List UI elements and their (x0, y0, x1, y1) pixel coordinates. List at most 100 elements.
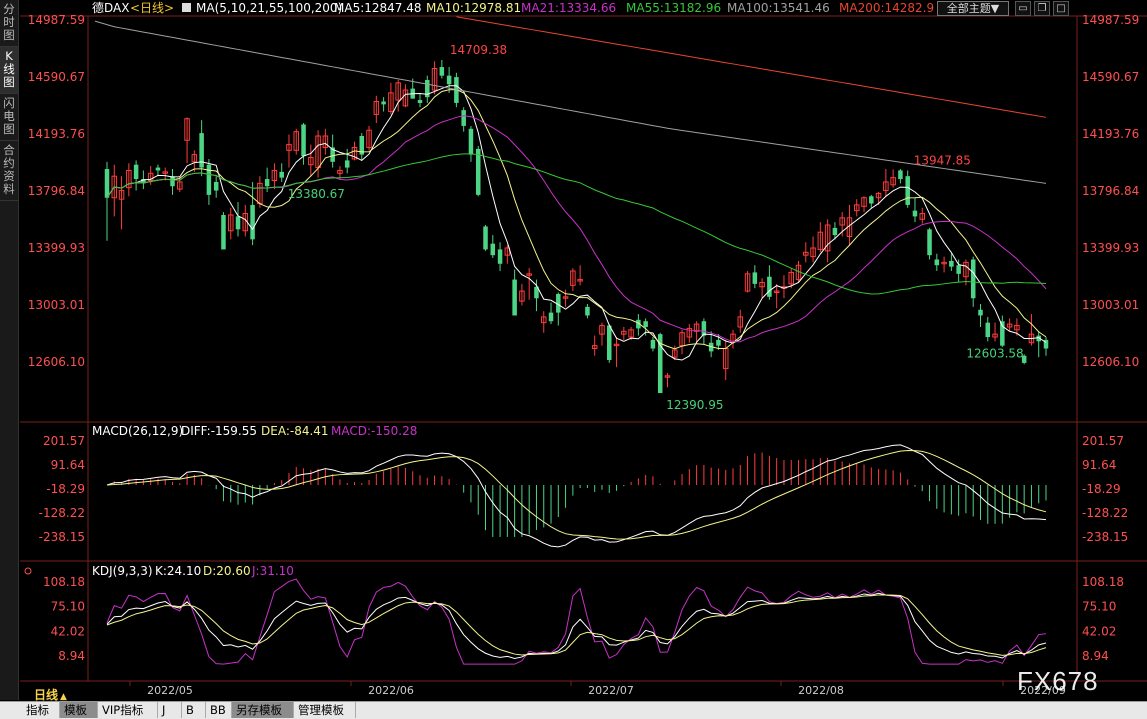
kline-chart[interactable]: 德DAX <日线> MA(5,10,21,55,100,200)MA5:12847.… (0, 0, 1147, 700)
date-label: 2022/08 (798, 684, 844, 697)
date-label: 2022/07 (588, 684, 634, 697)
candle-body (606, 325, 612, 361)
j-line (106, 578, 1047, 665)
candle-body (869, 196, 874, 204)
candle-body (832, 227, 838, 236)
diff-line (106, 444, 1047, 548)
candle-body (949, 260, 954, 267)
candle-body (235, 216, 241, 230)
ma200-line (456, 16, 1047, 118)
toolbar-bb[interactable]: BB (206, 702, 232, 718)
toolbar-manage-template[interactable]: 管理模板 (294, 702, 356, 718)
candle-body (934, 259, 940, 266)
maximize-icon[interactable]: □ (1053, 1, 1069, 16)
kdj-j: J:31.10 (251, 564, 294, 578)
candle-body (643, 321, 648, 327)
period-tag: <日线> (130, 1, 174, 15)
candle-body (461, 110, 466, 126)
price-tick-left: 13399.93 (28, 241, 85, 255)
macd-tick-left: -238.15 (39, 530, 85, 544)
candle-body (417, 100, 423, 103)
candle-body (133, 164, 139, 180)
candle-body (475, 148, 481, 195)
toolbar-j[interactable]: J (158, 702, 182, 718)
macd-dea: DEA:-84.41 (261, 424, 329, 438)
candle-body (483, 226, 488, 250)
minimize-icon[interactable]: ▭ (1015, 1, 1031, 16)
price-annotation: 13947.85 (914, 153, 971, 167)
date-label: 2022/05 (147, 684, 193, 697)
toolbar-indicator[interactable]: 指标 (22, 702, 60, 718)
candle-body (446, 75, 452, 85)
price-tick-left: 14987.59 (28, 13, 85, 27)
candle-body (985, 322, 991, 338)
legend-ma200: MA200:14282.9 (839, 1, 934, 15)
symbol-label: 德DAX (92, 0, 129, 15)
legend-ma55: MA55:13182.96 (626, 1, 721, 15)
macd-diff: DIFF:-159.55 (181, 424, 257, 438)
macd-value: MACD:-150.28 (331, 424, 417, 438)
watermark: FX678 (1017, 666, 1099, 696)
kdj-tick-right: 108.18 (1082, 575, 1124, 589)
price-annotation: 14709.38 (450, 43, 507, 57)
legend-ma21: MA21:13334.66 (521, 1, 616, 15)
bottom-toolbar: 指标 模板 VIP指标 J B BB 另存模板 管理模板 (0, 701, 1147, 719)
candle-body (752, 272, 758, 284)
restore-icon[interactable]: ❐ (1034, 1, 1050, 16)
candle-body (512, 279, 517, 316)
kdj-title: KDJ(9,3,3) (92, 564, 153, 578)
candle-body (301, 124, 306, 157)
macd-tick-left: 201.57 (43, 434, 85, 448)
ma5-line (106, 85, 1047, 361)
candle-body (701, 321, 707, 336)
candle-body (344, 160, 350, 168)
legend-ma10: MA10:12978.81 (426, 1, 521, 15)
candle-body (221, 214, 226, 250)
candle-body (439, 67, 445, 76)
candle-body (490, 243, 496, 256)
toolbar-vip-indicator[interactable]: VIP指标 (98, 702, 158, 718)
date-label: 2022/06 (368, 684, 414, 697)
settings-icon (182, 3, 191, 12)
candle-body (905, 176, 910, 205)
candle-body (279, 171, 284, 178)
kdj-tick-left: 75.10 (51, 600, 85, 614)
candle-body (497, 249, 503, 264)
kdj-tick-left: 42.02 (51, 624, 85, 638)
toolbar-b[interactable]: B (182, 702, 206, 718)
toolbar-save-template[interactable]: 另存模板 (232, 702, 294, 718)
price-tick-right: 14590.67 (1082, 70, 1139, 84)
candle-body (206, 164, 212, 195)
candle-body (264, 179, 270, 187)
candle-body (548, 312, 554, 322)
kdj-tick-right: 75.10 (1082, 600, 1116, 614)
kdj-settings-icon (24, 567, 32, 575)
macd-tick-left: 91.64 (51, 458, 85, 472)
kdj-tick-left: 108.18 (43, 575, 85, 589)
candle-body (155, 167, 161, 171)
candle-body (927, 229, 932, 256)
candle-body (468, 128, 474, 155)
price-annotation: 13380.67 (288, 187, 345, 201)
candle-body (970, 259, 976, 299)
candle-body (104, 169, 110, 198)
candle-body (250, 204, 255, 240)
theme-selector-button[interactable]: 全部主题▼ (937, 1, 1009, 16)
price-tick-left: 14590.67 (28, 70, 85, 84)
candle-body (213, 181, 219, 191)
price-tick-right: 14987.59 (1082, 13, 1139, 27)
price-tick-right: 12606.10 (1082, 355, 1139, 369)
toolbar-template[interactable]: 模板 (60, 702, 98, 718)
candle-body (978, 309, 983, 316)
price-tick-right: 13796.84 (1082, 184, 1139, 198)
candle-body (585, 306, 590, 316)
price-tick-left: 13003.01 (28, 298, 85, 312)
ma-title: MA(5,10,21,55,100,200) (196, 1, 342, 15)
price-tick-right: 13399.93 (1082, 241, 1139, 255)
candle-body (912, 210, 918, 217)
candle-body (898, 170, 903, 180)
macd-tick-right: -238.15 (1082, 530, 1128, 544)
kdj-k: K:24.10 (155, 564, 201, 578)
k-line (106, 592, 1047, 659)
kdj-tick-left: 8.94 (58, 649, 85, 663)
